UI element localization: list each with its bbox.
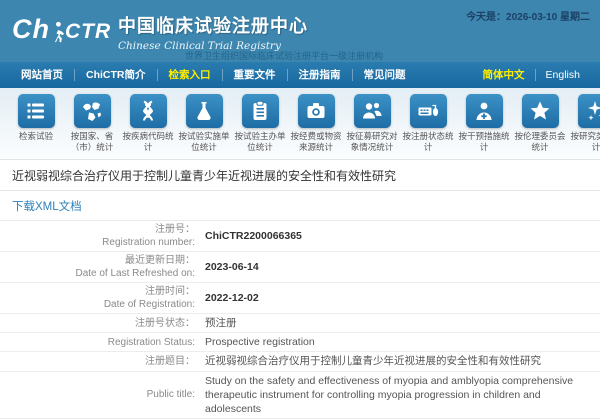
current-date: 今天是：2026-03-10 星期二 xyxy=(466,8,590,23)
table-row-date-of-registration: 注册时间：Date of Registration: 2022-12-02 xyxy=(0,283,600,314)
field-value: 2022-12-02 xyxy=(205,291,600,305)
nav-item-home[interactable]: 网站首页 xyxy=(10,69,74,81)
clipboard-icon xyxy=(242,94,279,128)
chictr-logo[interactable]: Ch CTR xyxy=(12,16,111,43)
site-title-zh: 中国临床试验注册中心 xyxy=(118,12,308,38)
tool-by-implementing-unit[interactable]: 按试验实施单位统计 xyxy=(176,94,232,159)
trial-detail-panel: 近视弱视综合治疗仪用于控制儿童青少年近视进展的安全性和有效性研究 下载XML文档… xyxy=(0,160,600,420)
nav-item-documents[interactable]: 重要文件 xyxy=(222,69,287,81)
download-row: 下载XML文档 xyxy=(0,191,600,221)
tool-by-ethics-committee[interactable]: 按伦理委员会统计 xyxy=(512,94,568,159)
site-titles: 中国临床试验注册中心 Chinese Clinical Trial Regist… xyxy=(118,12,308,52)
logo-text-ctr: CTR xyxy=(65,20,111,43)
main-nav: 网站首页 ChiCTR简介 检索入口 重要文件 注册指南 常见问题 简体中文 E… xyxy=(0,62,600,88)
tool-by-registration-status[interactable]: 按注册状态统计 xyxy=(400,94,456,159)
nav-item-about[interactable]: ChiCTR简介 xyxy=(74,69,157,81)
lang-english[interactable]: English xyxy=(536,69,590,81)
people-icon xyxy=(354,94,391,128)
table-row-registration-number: 注册号：Registration number: ChiCTR220006636… xyxy=(0,221,600,252)
page-title: 近视弱视综合治疗仪用于控制儿童青少年近视进展的安全性和有效性研究 xyxy=(0,160,600,191)
table-row-registration-status-zh: 注册号状态： 预注册 xyxy=(0,314,600,333)
nav-item-search-entry[interactable]: 检索入口 xyxy=(157,69,222,81)
world-map-icon xyxy=(74,94,111,128)
table-row-last-refreshed: 最近更新日期：Date of Last Refreshed on: 2023-0… xyxy=(0,252,600,283)
field-label: 注册号状态： xyxy=(0,317,205,330)
field-value: ChiCTR2200066365 xyxy=(205,229,600,243)
camera-icon xyxy=(298,94,335,128)
field-value: 近视弱视综合治疗仪用于控制儿童青少年近视进展的安全性和有效性研究 xyxy=(205,354,600,368)
site-header: Ch CTR 中国临床试验注册中心 Chinese Clinical Trial… xyxy=(0,0,600,62)
field-value: 预注册 xyxy=(205,316,600,330)
tool-by-disease-code[interactable]: 按疾病代码统计 xyxy=(120,94,176,159)
registration-table: 注册号：Registration number: ChiCTR220006636… xyxy=(0,221,600,420)
star-icon xyxy=(522,94,559,128)
tool-by-recruitment-status[interactable]: 按征募研究对象情况统计 xyxy=(344,94,400,159)
sparkles-icon xyxy=(578,94,600,128)
lang-simplified-chinese[interactable]: 简体中文 xyxy=(473,69,536,81)
flask-icon xyxy=(186,94,223,128)
nav-item-faq[interactable]: 常见问题 xyxy=(352,69,417,81)
field-label: Public title: xyxy=(0,388,205,401)
numbered-list-icon xyxy=(18,94,55,128)
who-subtitle: 世界卫生组织国际临床试验注册平台一级注册机构 xyxy=(185,49,383,62)
field-label: Registration Status: xyxy=(0,336,205,349)
tool-by-funding-source[interactable]: 按经费或物资来源统计 xyxy=(288,94,344,159)
tool-search-trials[interactable]: 检索试验 xyxy=(8,94,64,159)
tool-by-intervention[interactable]: 按干预措施统计 xyxy=(456,94,512,159)
download-xml-link[interactable]: 下载XML文档 xyxy=(12,201,82,213)
field-label: 注册时间：Date of Registration: xyxy=(0,285,205,311)
field-value: Study on the safety and effectiveness of… xyxy=(205,374,600,417)
tool-by-study-type[interactable]: 按研究类型统计 xyxy=(568,94,600,159)
tool-by-sponsor-unit[interactable]: 按试验主办单位统计 xyxy=(232,94,288,159)
table-row-public-title-zh: 注册题目： 近视弱视综合治疗仪用于控制儿童青少年近视进展的安全性和有效性研究 xyxy=(0,352,600,371)
dna-icon xyxy=(130,94,167,128)
table-row-public-title-en: Public title: Study on the safety and ef… xyxy=(0,372,600,420)
keyboard-mouse-icon xyxy=(410,94,447,128)
doctor-icon xyxy=(466,94,503,128)
field-label: 最近更新日期：Date of Last Refreshed on: xyxy=(0,254,205,280)
tool-by-country-province[interactable]: 按国家、省（市）统计 xyxy=(64,94,120,159)
field-value: Prospective registration xyxy=(205,335,600,349)
field-value: 2023-06-14 xyxy=(205,260,600,274)
table-row-registration-status-en: Registration Status: Prospective registr… xyxy=(0,333,600,352)
nav-item-guide[interactable]: 注册指南 xyxy=(287,69,352,81)
field-label: 注册题目： xyxy=(0,355,205,368)
statistics-toolbar: 检索试验 按国家、省（市）统计 按疾病代码统计 按试验实施单位统计 按试验主办单… xyxy=(0,88,600,160)
logo-text-ch: Ch xyxy=(12,16,50,43)
runner-icon xyxy=(51,21,64,43)
field-label: 注册号：Registration number: xyxy=(0,223,205,249)
